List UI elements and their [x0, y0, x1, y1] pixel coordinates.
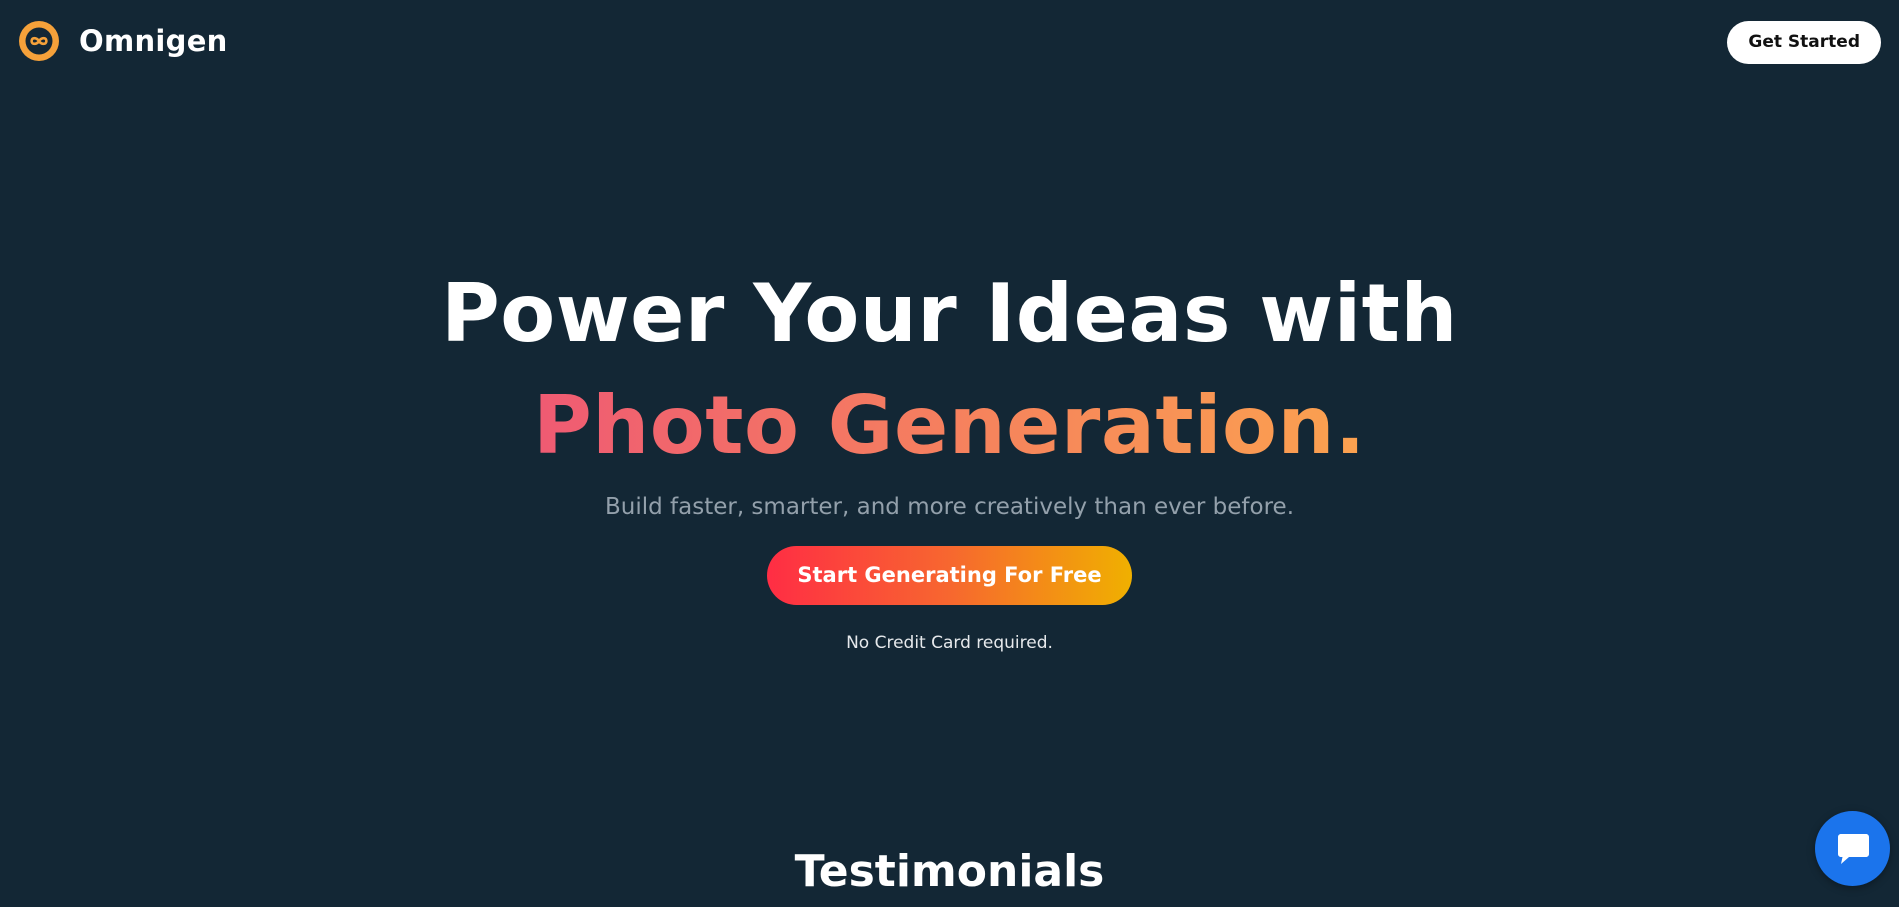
- get-started-button[interactable]: Get Started: [1727, 21, 1881, 64]
- brand-logo-link[interactable]: Omnigen: [19, 21, 228, 61]
- brand-name: Omnigen: [79, 24, 228, 58]
- start-generating-button[interactable]: Start Generating For Free: [767, 546, 1132, 605]
- testimonials-heading: Testimonials: [794, 846, 1105, 897]
- chat-bubble-icon: [1837, 833, 1869, 864]
- hero-section: Power Your Ideas with Photo Generation. …: [0, 262, 1899, 654]
- hero-highlight-headline: Photo Generation.: [533, 374, 1366, 478]
- hero-highlight-wrapper: Photo Generation.: [0, 366, 1899, 478]
- chat-widget-button[interactable]: [1815, 811, 1890, 886]
- hero-headline: Power Your Ideas with: [441, 267, 1458, 360]
- top-navigation-bar: Omnigen Get Started: [0, 0, 1899, 84]
- infinity-logo-icon: [19, 21, 59, 61]
- hero-subtitle: Build faster, smarter, and more creative…: [604, 494, 1295, 520]
- no-credit-card-note: No Credit Card required.: [846, 633, 1053, 653]
